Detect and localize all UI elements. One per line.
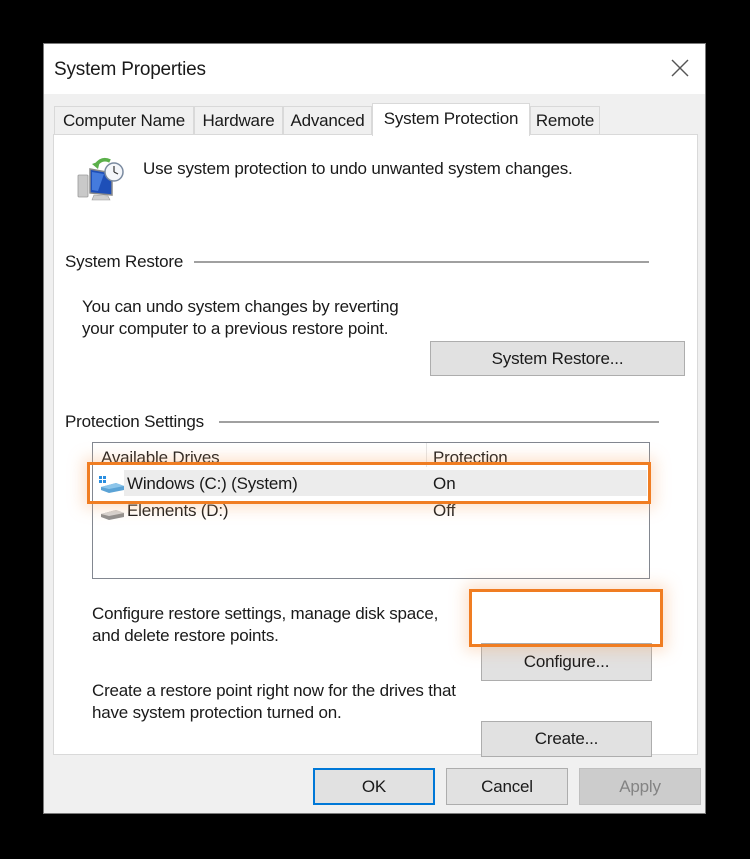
cancel-button[interactable]: Cancel [446,768,568,805]
column-header-protection[interactable]: Protection [433,448,508,468]
tab-remote[interactable]: Remote [530,106,600,135]
description-line: have system protection turned on. [92,703,342,722]
close-icon [671,59,689,77]
windows-drive-icon [99,476,124,493]
drive-row-windows-c[interactable]: Windows (C:) (System) On [93,470,649,496]
column-header-available-drives[interactable]: Available Drives [101,448,220,468]
intro-text: Use system protection to undo unwanted s… [143,159,573,178]
drive-protection-status: Off [433,501,456,520]
description-line: and delete restore points. [92,626,279,645]
title-bar: System Properties [44,44,705,94]
tab-panel-system-protection: Use system protection to undo unwanted s… [53,134,698,757]
close-button[interactable] [655,44,705,94]
system-restore-group-label: System Restore [65,252,187,272]
system-restore-description: You can undo system changes by reverting… [82,296,399,340]
available-drives-list[interactable]: Available Drives Protection Windows (C:)… [92,442,650,579]
drive-name: Windows (C:) (System) [127,474,298,493]
tab-system-protection[interactable]: System Protection [372,103,530,136]
group-divider [219,421,659,423]
system-restore-button[interactable]: System Restore... [430,341,685,376]
description-line: Create a restore point right now for the… [92,681,456,700]
configure-description: Configure restore settings, manage disk … [92,603,438,647]
apply-button: Apply [579,768,701,805]
group-divider [194,261,649,263]
description-line: your computer to a previous restore poin… [82,319,389,338]
tab-computer-name[interactable]: Computer Name [54,106,194,135]
system-restore-icon [77,157,124,201]
window-title: System Properties [54,59,206,80]
tab-advanced[interactable]: Advanced [283,106,372,135]
system-properties-dialog: System Properties Computer Name Hardware… [43,43,706,814]
drive-row-elements-d[interactable]: Elements (D:) Off [93,497,649,523]
protection-settings-group-label: Protection Settings [65,412,207,432]
create-description: Create a restore point right now for the… [92,680,456,724]
description-line: Configure restore settings, manage disk … [92,604,439,623]
create-button[interactable]: Create... [481,721,652,757]
drive-protection-status: On [433,474,456,493]
configure-button[interactable]: Configure... [481,643,652,681]
list-header: Available Drives Protection [93,443,649,467]
column-divider[interactable] [426,443,427,467]
drive-name: Elements (D:) [127,501,229,520]
tab-hardware[interactable]: Hardware [194,106,283,135]
description-line: You can undo system changes by reverting [82,297,399,316]
external-drive-icon [101,510,124,520]
ok-button[interactable]: OK [313,768,435,805]
